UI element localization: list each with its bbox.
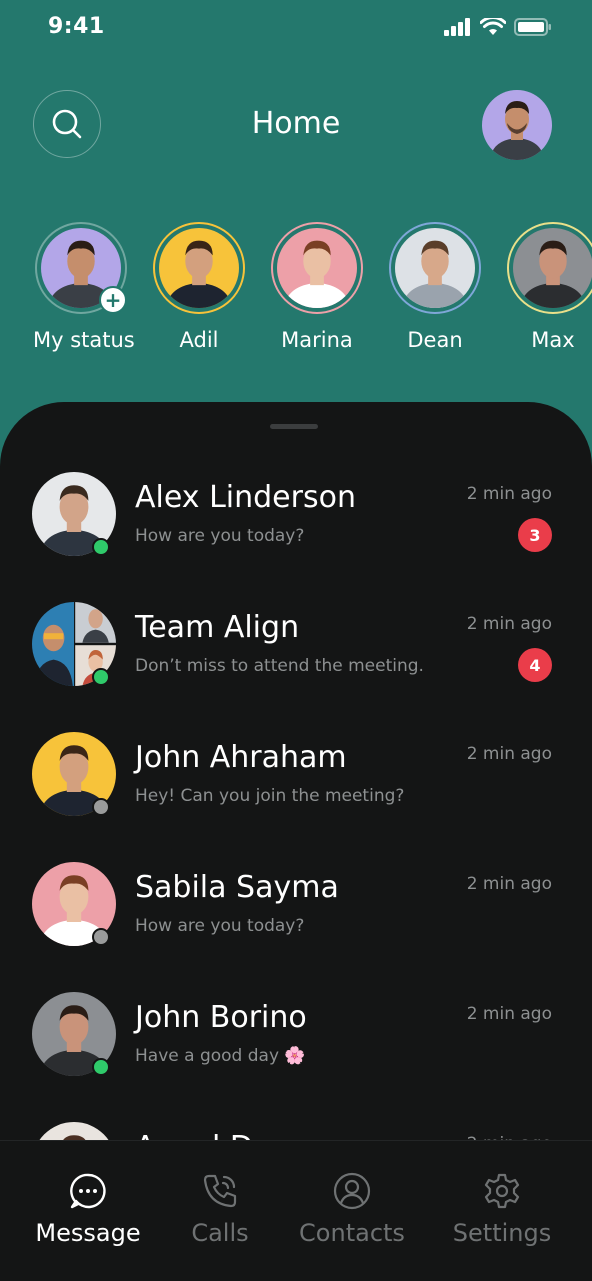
story-name: Marina (281, 328, 353, 352)
avatar (277, 228, 357, 308)
presence-indicator (92, 798, 110, 816)
chat-preview: How are you today? (135, 526, 305, 546)
nav-label-calls: Calls (191, 1219, 249, 1247)
avatar (159, 228, 239, 308)
chat-item[interactable]: Sabila Sayma How are you today? 2 min ago (0, 858, 592, 968)
sheet-drag-handle[interactable] (270, 424, 318, 429)
chat-name: Team Align (135, 610, 300, 645)
nav-item-calls[interactable]: Calls (150, 1171, 290, 1247)
story-name: Dean (407, 328, 463, 352)
nav-item-settings[interactable]: Settings (432, 1171, 572, 1247)
chat-time: 2 min ago (466, 1004, 552, 1024)
chat-item[interactable]: Alex Linderson How are you today? 2 min ag… (0, 468, 592, 578)
message-icon (70, 1173, 106, 1209)
chat-time: 2 min ago (466, 744, 552, 764)
header: Home (0, 88, 592, 162)
avatar (32, 1122, 116, 1142)
story-name: Adil (179, 328, 219, 352)
wifi-icon (480, 18, 506, 35)
status-icons (444, 18, 552, 36)
chat-name: Alex Linderson (135, 480, 356, 515)
chat-item[interactable]: John Borino Have a good day 🌸 2 min ago (0, 988, 592, 1098)
story-max[interactable]: Max (505, 222, 592, 352)
settings-icon (484, 1173, 520, 1209)
story-name: My status (33, 328, 135, 352)
stories-row: + My status Adil Marina Dean Max (0, 222, 592, 362)
chat-preview: Hey! Can you join the meeting? (135, 786, 405, 806)
unread-badge: 4 (518, 648, 552, 682)
profile-avatar[interactable] (482, 90, 552, 160)
status-bar: 9:41 (0, 0, 592, 60)
chat-item[interactable]: Team Align Don’t miss to attend the meeti… (0, 598, 592, 708)
chat-time: 2 min ago (466, 874, 552, 894)
story-my-status[interactable]: + My status (33, 222, 135, 352)
presence-indicator (92, 928, 110, 946)
story-ring: + (35, 222, 127, 314)
nav-label-contacts: Contacts (299, 1219, 405, 1247)
story-marina[interactable]: Marina (269, 222, 365, 352)
chat-preview: Have a good day 🌸 (135, 1046, 306, 1066)
story-adil[interactable]: Adil (151, 222, 247, 352)
chat-item[interactable]: Angel D...2 min ago (0, 1118, 592, 1142)
chat-time: 2 min ago (466, 484, 552, 504)
avatar (395, 228, 475, 308)
story-dean[interactable]: Dean (387, 222, 483, 352)
story-ring (389, 222, 481, 314)
unread-badge: 3 (518, 518, 552, 552)
battery-icon (514, 18, 551, 36)
nav-label-settings: Settings (452, 1219, 552, 1247)
story-ring (153, 222, 245, 314)
story-ring (507, 222, 592, 314)
chat-name: Sabila Sayma (135, 870, 339, 905)
nav-label-message: Message (35, 1219, 141, 1247)
nav-item-message[interactable]: Message (18, 1171, 158, 1247)
chat-preview: How are you today? (135, 916, 305, 936)
chat-preview: Don’t miss to attend the meeting. (135, 656, 424, 676)
chat-time: 2 min ago (466, 614, 552, 634)
story-ring (271, 222, 363, 314)
signal-icon (444, 18, 470, 36)
avatar (513, 228, 592, 308)
presence-indicator (92, 668, 110, 686)
add-status-icon[interactable]: + (99, 286, 127, 314)
story-name: Max (531, 328, 575, 352)
presence-indicator (92, 538, 110, 556)
chat-name: John Ahraham (135, 740, 347, 775)
chat-name: John Borino (135, 1000, 307, 1035)
presence-indicator (92, 1058, 110, 1076)
contacts-icon (333, 1172, 371, 1210)
bottom-nav: Message Calls Contacts Settings (0, 1140, 592, 1281)
chat-list[interactable]: Alex Linderson How are you today? 2 min ag… (0, 462, 592, 1142)
nav-item-contacts[interactable]: Contacts (282, 1171, 422, 1247)
call-icon (203, 1174, 237, 1208)
chat-item[interactable]: John Ahraham Hey! Can you join the meetin… (0, 728, 592, 838)
status-time: 9:41 (48, 14, 105, 39)
